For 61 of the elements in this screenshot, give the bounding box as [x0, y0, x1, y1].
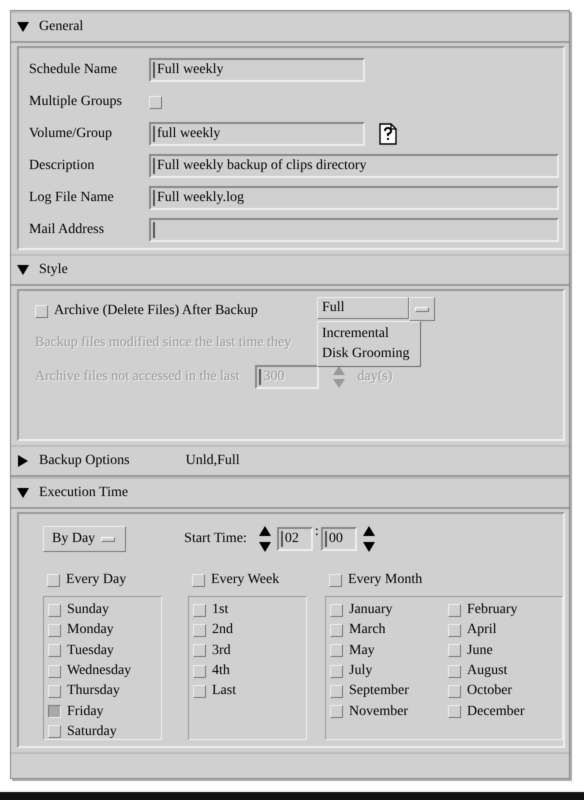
expander-icon[interactable] — [17, 455, 29, 467]
mode-dropdown[interactable]: By Day — [43, 526, 126, 552]
dropdown-field[interactable]: Full — [317, 297, 409, 319]
checkbox-label: Thursday — [67, 683, 120, 700]
menu-item[interactable]: Disk Grooming — [318, 344, 420, 364]
checkbox-label: April — [467, 622, 497, 638]
text-field[interactable] — [149, 218, 559, 242]
menu-item[interactable]: Incremental — [318, 324, 420, 344]
checkbox-label: Archive (Delete Files) After Backup — [54, 303, 258, 319]
section-title: Execution Time — [39, 485, 128, 501]
checkbox-label: November — [349, 704, 408, 720]
checkbox-label: March — [349, 622, 386, 638]
text-field[interactable]: Full weekly backup of clips directory — [149, 154, 559, 178]
section-title: Style — [39, 262, 68, 278]
checkbox-label: Tuesday — [67, 642, 114, 659]
dropdown-button[interactable] — [409, 297, 435, 321]
text-field[interactable]: full weekly — [149, 122, 365, 146]
start-time-label: Start Time: — [184, 531, 247, 547]
checkbox-label: 4th — [212, 663, 230, 680]
minute-field[interactable]: 00 — [320, 527, 357, 551]
checkbox-label: 1st — [212, 602, 228, 618]
expander-icon[interactable] — [17, 21, 29, 33]
field-label: Description — [29, 158, 96, 174]
spinner-arrows-icon[interactable] — [362, 526, 375, 552]
checkbox-label: 3rd — [212, 642, 231, 659]
checkbox-label: September — [349, 683, 409, 700]
text-field[interactable]: Full weekly — [149, 58, 365, 82]
time-separator: : — [314, 524, 320, 540]
expander-icon[interactable] — [17, 264, 29, 276]
hour-field[interactable]: 02 — [276, 527, 313, 551]
field-label: Schedule Name — [29, 62, 118, 78]
section-title: General — [39, 19, 84, 35]
field-label: Log File Name — [29, 190, 115, 206]
section-title: Backup Options — [39, 453, 130, 469]
spinner-arrows-icon[interactable] — [258, 526, 271, 552]
section-summary: Unld,Full — [186, 453, 240, 469]
checkbox-label: Wednesday — [67, 663, 132, 680]
checkbox-label: 2nd — [212, 622, 233, 638]
checkbox-label: Sunday — [67, 602, 109, 618]
checkbox-label: Every Week — [211, 572, 280, 588]
checkbox-label: Every Day — [66, 572, 126, 588]
field-label: Mail Address — [29, 222, 106, 238]
expander-icon[interactable] — [17, 487, 29, 499]
checkbox-label: October — [467, 683, 512, 700]
document-question-icon[interactable] — [379, 123, 397, 145]
checkbox-label: December — [467, 704, 525, 720]
checkbox[interactable] — [48, 705, 61, 718]
checkbox-label: May — [349, 642, 375, 659]
checkbox-label: Friday — [67, 704, 104, 720]
checkbox-label: January — [349, 602, 393, 618]
checkbox-label: Every Month — [348, 572, 422, 588]
checkbox-label: July — [349, 663, 372, 680]
checkbox-label: Saturday — [67, 724, 117, 740]
checkbox-label: August — [467, 663, 508, 680]
checkbox-label: June — [467, 642, 493, 659]
field-label: Volume/Group — [29, 126, 113, 142]
checkbox-label: Last — [212, 683, 236, 700]
checkbox-label: Monday — [67, 622, 114, 638]
checkbox-label: February — [467, 602, 518, 618]
field-label: Multiple Groups — [29, 94, 123, 110]
text-field[interactable]: Full weekly.log — [149, 186, 559, 210]
